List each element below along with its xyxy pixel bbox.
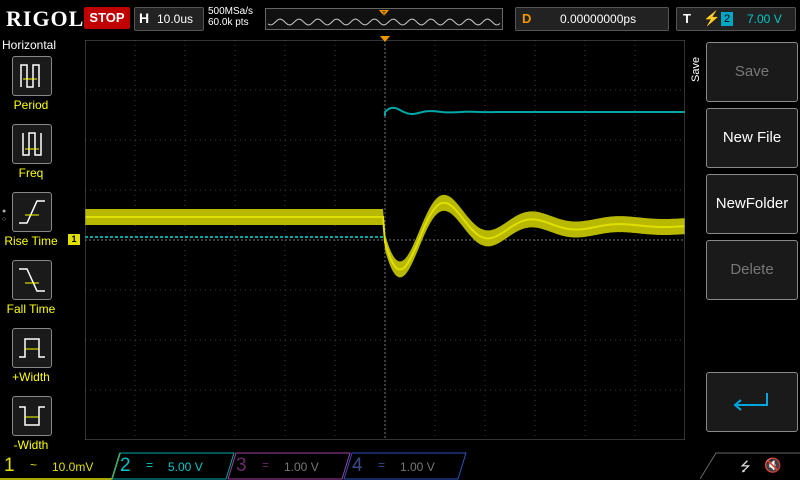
- period-icon: [20, 64, 40, 88]
- run-stop-button[interactable]: STOP: [84, 7, 130, 29]
- fall-time-icon: [19, 268, 45, 292]
- svg-text:T: T: [382, 12, 386, 18]
- trigger-channel: 2: [721, 12, 733, 26]
- ch2-status[interactable]: 2 = 5.00 V: [116, 452, 228, 480]
- period-label: Period: [13, 98, 49, 112]
- trigger-position-marker[interactable]: [380, 36, 390, 42]
- negative-width-label: -Width: [13, 438, 49, 452]
- selection-indicator: ● ○: [2, 208, 7, 223]
- channel-status-bar: 1 ~ 10.0mV 2 = 5.00 V 3 = 1.00 V 4 = 1.0…: [0, 452, 800, 480]
- new-file-button[interactable]: New File: [706, 108, 798, 168]
- ch3-status[interactable]: 3 = 1.00 V: [232, 452, 344, 480]
- save-menu: Save Save New File NewFolder Delete: [686, 36, 800, 452]
- rising-edge-icon: ⚡: [703, 10, 721, 26]
- positive-width-button[interactable]: [12, 328, 52, 368]
- return-arrow-icon: [733, 393, 768, 411]
- ch2-number: 2: [120, 455, 131, 476]
- sample-rate: 500MSa/s: [208, 6, 254, 17]
- ch3-coupling-icon: =: [262, 458, 270, 472]
- delay-label: D: [522, 11, 532, 26]
- memory-depth: 60.0k pts: [208, 17, 249, 28]
- timebase-value: 10.0us: [157, 12, 194, 26]
- delay-value: 0.00000000ps: [560, 12, 637, 26]
- ch1-offset-marker[interactable]: 1: [68, 234, 80, 245]
- ch2-waveform: [384, 106, 685, 116]
- memory-waveform-preview: T: [267, 10, 501, 26]
- save-menu-title: Save: [690, 56, 702, 82]
- save-button[interactable]: Save: [706, 42, 798, 102]
- rise-time-button[interactable]: [12, 192, 52, 232]
- freq-label: Freq: [18, 166, 44, 180]
- brand-logo: RIGOL: [6, 6, 85, 31]
- positive-width-label: +Width: [12, 370, 50, 384]
- usb-icon: ⭍: [740, 459, 751, 474]
- horizontal-measure-menu: Horizontal ● ○ Period Freq Rise Time Fall…: [0, 36, 62, 452]
- ch2-scale: 5.00 V: [168, 460, 203, 474]
- ch1-coupling-icon: ~: [30, 458, 38, 472]
- waveform-grid: [84, 39, 686, 441]
- ch1-scale: 10.0mV: [52, 460, 94, 474]
- period-button[interactable]: [12, 56, 52, 96]
- ch3-scale: 1.00 V: [284, 460, 319, 474]
- trigger-label: T: [683, 11, 691, 26]
- positive-width-icon: [19, 338, 45, 358]
- acquisition-info: 500MSa/s 60.0k pts: [208, 6, 253, 28]
- new-folder-button[interactable]: NewFolder: [706, 174, 798, 234]
- timebase-box[interactable]: H 10.0us: [134, 7, 204, 31]
- ch4-status[interactable]: 4 = 1.00 V: [348, 452, 460, 480]
- fall-time-button[interactable]: [12, 260, 52, 300]
- ch4-coupling-icon: =: [378, 458, 386, 472]
- fall-time-label: Fall Time: [6, 302, 56, 316]
- ch3-number: 3: [236, 455, 247, 476]
- horizontal-label: H: [139, 10, 150, 26]
- negative-width-button[interactable]: [12, 396, 52, 436]
- menu-title: Horizontal: [2, 38, 57, 52]
- ch1-number: 1: [4, 455, 15, 476]
- trigger-box[interactable]: T ⚡ 2 7.00 V: [676, 7, 796, 31]
- ch1-status[interactable]: 1 ~ 10.0mV: [0, 452, 112, 480]
- ch4-scale: 1.00 V: [400, 460, 435, 474]
- delete-button[interactable]: Delete: [706, 240, 798, 300]
- rise-time-icon: [19, 200, 45, 224]
- top-status-bar: RIGOL STOP H 10.0us 500MSa/s 60.0k pts T…: [0, 0, 800, 36]
- ch4-number: 4: [352, 455, 363, 476]
- frequency-icon: [22, 132, 42, 156]
- negative-width-icon: [19, 406, 45, 426]
- speaker-muted-icon[interactable]: 🔇: [764, 457, 781, 474]
- ch2-coupling-icon: =: [146, 458, 154, 472]
- delay-box[interactable]: D 0.00000000ps: [515, 7, 669, 31]
- rise-time-label: Rise Time: [4, 234, 58, 248]
- memory-position-bar[interactable]: T: [265, 8, 503, 30]
- freq-button[interactable]: [12, 124, 52, 164]
- waveform-display[interactable]: [84, 39, 686, 441]
- trigger-level: 7.00 V: [747, 12, 782, 26]
- return-button[interactable]: [706, 372, 798, 432]
